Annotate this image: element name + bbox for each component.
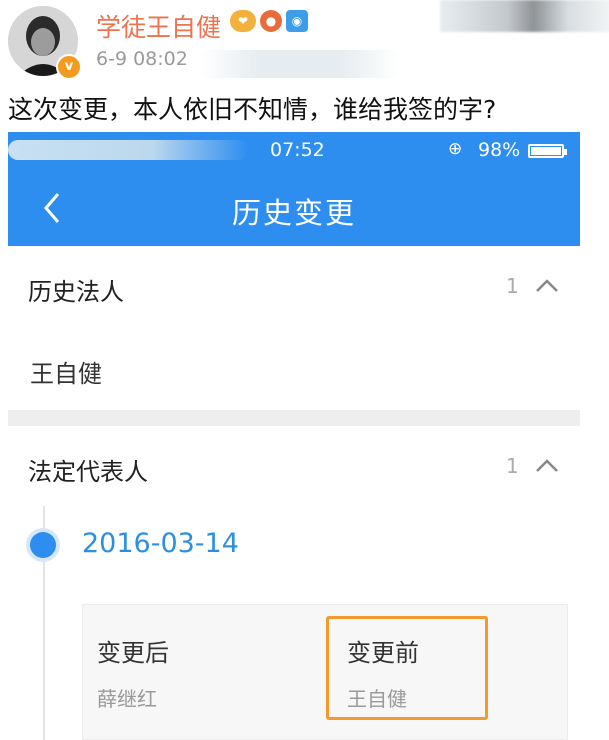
section-title: 历史法人 — [28, 278, 124, 306]
redacted-area — [8, 140, 248, 160]
status-bar: 07:52 ⊕ 98% — [8, 132, 580, 170]
battery-percent: 98% — [478, 139, 521, 161]
camera-badge-icon: ◉ — [286, 10, 308, 32]
after-label: 变更后 — [97, 639, 169, 667]
after-value: 薛继红 — [97, 687, 157, 711]
section-count: 1 — [506, 274, 519, 298]
embedded-screenshot: 07:52 ⊕ 98% 历史变更 历史法人 1 王自健 法定代表人 1 2016… — [8, 132, 580, 740]
section-legal-representative[interactable]: 法定代表人 1 — [8, 438, 580, 498]
timeline-dot — [30, 532, 56, 558]
status-time: 07:52 — [270, 139, 325, 161]
change-date: 2016-03-14 — [82, 528, 239, 559]
redacted-area — [200, 50, 400, 78]
section-title: 法定代表人 — [28, 458, 148, 486]
divider — [8, 410, 580, 426]
legal-person-name: 王自健 — [30, 360, 102, 388]
username[interactable]: 学徒王自健 — [96, 8, 221, 44]
verified-badge-icon: v — [56, 54, 82, 80]
post-time: 6-9 08:02 — [96, 48, 188, 70]
page-title: 历史变更 — [231, 196, 356, 230]
section-count: 1 — [506, 454, 519, 478]
redacted-area — [440, 0, 609, 32]
user-badges: ❤ ● ◉ — [230, 10, 308, 32]
chevron-up-icon[interactable] — [534, 278, 560, 294]
change-card: 变更后 薛继红 变更前 王自健 — [82, 604, 568, 740]
rotation-lock-icon: ⊕ — [448, 139, 463, 159]
fan-badge-icon: ❤ — [230, 10, 256, 32]
vip-badge-icon: ● — [260, 10, 282, 32]
section-historical-legal-person[interactable]: 历史法人 1 — [8, 258, 580, 318]
post-text: 这次变更，本人依旧不知情，谁给我签的字? — [8, 95, 497, 124]
battery-icon — [528, 144, 567, 158]
chevron-up-icon[interactable] — [534, 458, 560, 474]
highlight-box — [326, 616, 488, 720]
nav-bar: 历史变更 — [8, 170, 580, 246]
